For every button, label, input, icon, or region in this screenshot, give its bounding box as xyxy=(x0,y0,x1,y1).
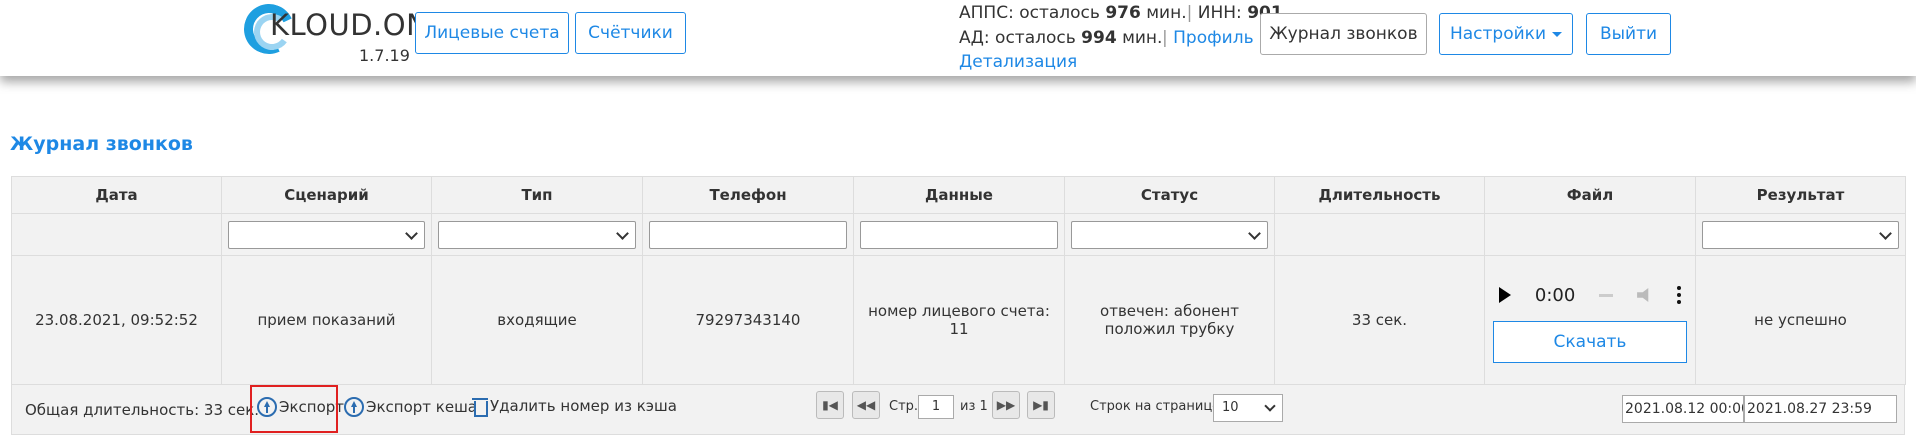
date-to-input[interactable]: 2021.08.27 23:59 xyxy=(1744,395,1897,423)
cell-duration: 33 сек. xyxy=(1274,255,1485,385)
total-duration: Общая длительность: 33 сек. xyxy=(25,401,260,419)
chevron-down-icon xyxy=(1248,226,1261,240)
filter-scenario-select[interactable] xyxy=(228,220,425,249)
date-from-input[interactable]: 2021.08.12 00:00 xyxy=(1622,395,1744,423)
col-type[interactable]: Тип xyxy=(431,176,643,214)
export-cache-label: Экспорт кеша xyxy=(366,398,477,416)
call-log-button[interactable]: Журнал звонков xyxy=(1260,13,1427,55)
logout-button[interactable]: Выйти xyxy=(1586,13,1671,55)
chevron-down-icon xyxy=(1879,226,1892,240)
filter-status-select[interactable] xyxy=(1071,220,1268,249)
cell-date: 23.08.2021, 09:52:52 xyxy=(11,255,222,385)
filter-result-select[interactable] xyxy=(1702,220,1899,249)
page-number-input[interactable]: 1 xyxy=(918,395,954,419)
filter-type-select[interactable] xyxy=(438,220,636,249)
col-duration[interactable]: Длительность xyxy=(1274,176,1485,214)
more-options-icon[interactable] xyxy=(1676,286,1681,304)
upload-icon xyxy=(344,397,364,417)
call-log-table: Дата Сценарий Тип Телефон Данные Статус … xyxy=(11,176,1906,385)
audio-progress-bar[interactable] xyxy=(1599,293,1614,297)
col-file[interactable]: Файл xyxy=(1484,176,1696,214)
profile-link[interactable]: Профиль xyxy=(1173,28,1253,48)
page-total: из 1 xyxy=(960,399,988,414)
cell-scenario: прием показаний xyxy=(221,255,432,385)
filter-type-cell xyxy=(431,213,643,256)
last-page-button[interactable]: ▶▮ xyxy=(1027,391,1055,419)
caret-down-icon xyxy=(1552,31,1562,37)
table-row[interactable]: 23.08.2021, 09:52:52 прием показаний вхо… xyxy=(11,255,1906,385)
chevron-down-icon xyxy=(616,226,629,240)
col-data[interactable]: Данные xyxy=(853,176,1065,214)
settings-button[interactable]: Настройки xyxy=(1439,13,1573,55)
profile-link-wrap: | Профиль xyxy=(1162,28,1254,48)
delete-from-cache-label: Удалить номер из кэша xyxy=(490,397,677,415)
export-cache-button[interactable]: Экспорт кеша xyxy=(344,397,477,417)
trash-icon xyxy=(472,396,488,417)
play-icon[interactable] xyxy=(1499,287,1511,303)
volume-icon[interactable] xyxy=(1637,288,1649,302)
filter-row xyxy=(11,213,1906,256)
filter-data-input[interactable] xyxy=(860,220,1058,249)
nav-accounts-button[interactable]: Лицевые счета xyxy=(415,12,569,54)
col-date[interactable]: Дата xyxy=(11,176,222,214)
cell-result: не успешно xyxy=(1695,255,1906,385)
prev-page-button[interactable]: ◀◀ xyxy=(852,391,880,419)
apps-remaining: АППС: осталось 976 мин.| ИНН: 901 xyxy=(959,3,1283,23)
rows-per-page-value: 10 xyxy=(1222,400,1239,415)
kloud-one-logo[interactable]: KLOUD.ONE 1.7.19 xyxy=(236,0,447,68)
delete-from-cache-button[interactable]: Удалить номер из кэша xyxy=(472,396,677,417)
settings-label: Настройки xyxy=(1449,24,1546,44)
filter-scenario-cell xyxy=(221,213,432,256)
ad-remaining: АД: осталось 994 мин. xyxy=(959,28,1163,48)
cell-status: отвечен: абонент положил трубку xyxy=(1064,255,1275,385)
chevron-down-icon xyxy=(405,226,418,240)
col-scenario[interactable]: Сценарий xyxy=(221,176,432,214)
filter-data-cell xyxy=(853,213,1065,256)
first-page-button[interactable]: ▮◀ xyxy=(816,391,844,419)
table-header-row: Дата Сценарий Тип Телефон Данные Статус … xyxy=(11,176,1906,214)
col-result[interactable]: Результат xyxy=(1695,176,1906,214)
filter-status-cell xyxy=(1064,213,1275,256)
audio-player: 0:00 xyxy=(1491,277,1689,313)
col-phone[interactable]: Телефон xyxy=(642,176,854,214)
page-label: Стр. xyxy=(889,399,919,414)
col-status[interactable]: Статус xyxy=(1064,176,1275,214)
rows-per-page-label: Строк на странице: xyxy=(1090,399,1225,414)
filter-file-cell xyxy=(1484,213,1696,256)
chevron-down-icon xyxy=(1264,400,1276,412)
filter-date-cell xyxy=(11,213,222,256)
app-version: 1.7.19 xyxy=(359,46,410,65)
cell-type: входящие xyxy=(431,255,643,385)
next-page-button[interactable]: ▶▶ xyxy=(992,391,1020,419)
filter-phone-input[interactable] xyxy=(649,220,847,249)
download-button[interactable]: Скачать xyxy=(1493,321,1687,363)
cell-phone: 79297343140 xyxy=(642,255,854,385)
cell-file: 0:00 Скачать xyxy=(1484,255,1696,385)
nav-meters-button[interactable]: Счётчики xyxy=(575,12,686,54)
details-link[interactable]: Детализация xyxy=(959,52,1077,72)
rows-per-page-select[interactable]: 10 xyxy=(1213,394,1283,422)
export-highlight-box xyxy=(250,385,338,433)
page-title: Журнал звонков xyxy=(10,133,193,155)
top-header: KLOUD.ONE 1.7.19 Лицевые счета Счётчики … xyxy=(0,0,1916,76)
audio-time: 0:00 xyxy=(1534,284,1576,306)
cell-data: номер лицевого счета: 11 xyxy=(853,255,1065,385)
filter-phone-cell xyxy=(642,213,854,256)
filter-result-cell xyxy=(1695,213,1906,256)
filter-duration-cell xyxy=(1274,213,1485,256)
